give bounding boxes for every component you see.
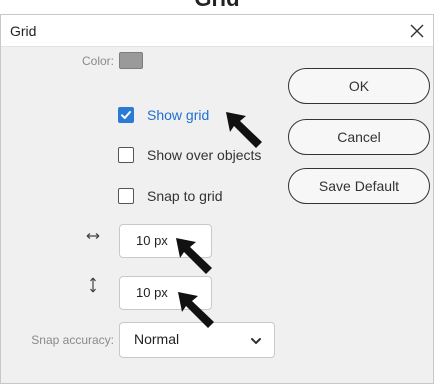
- snap-to-grid-checkbox-row[interactable]: Snap to grid: [118, 188, 223, 204]
- cropped-window-title: Grid: [0, 0, 434, 14]
- show-grid-checkbox-row[interactable]: Show grid: [118, 107, 209, 123]
- save-default-button[interactable]: Save Default: [288, 168, 430, 204]
- close-icon: [410, 24, 424, 38]
- pointer-arrow-icon: [176, 238, 212, 274]
- dialog-title: Grid: [10, 23, 37, 39]
- horizontal-arrows-icon: [86, 233, 100, 239]
- close-button[interactable]: [405, 19, 429, 43]
- color-label: Color:: [81, 54, 114, 68]
- cropped-title-text: Grid: [0, 0, 434, 12]
- dialog-titlebar: Grid: [1, 15, 433, 47]
- snap-to-grid-label: Snap to grid: [147, 188, 223, 204]
- pointer-arrow-icon: [178, 292, 214, 328]
- checkmark-icon: [121, 111, 131, 119]
- pointer-arrow-icon: [226, 112, 262, 148]
- snap-accuracy-label: Snap accuracy:: [31, 333, 114, 347]
- chevron-down-icon: [251, 338, 261, 344]
- show-over-objects-checkbox[interactable]: [118, 147, 134, 163]
- color-swatch[interactable]: [119, 52, 143, 69]
- snap-to-grid-checkbox[interactable]: [118, 188, 134, 204]
- vertical-arrows-icon: [90, 277, 96, 293]
- snap-accuracy-value: Normal: [134, 331, 180, 347]
- show-grid-label: Show grid: [147, 107, 210, 123]
- ok-button[interactable]: OK: [288, 68, 430, 104]
- cancel-button[interactable]: Cancel: [288, 119, 430, 155]
- show-grid-checkbox[interactable]: [118, 107, 134, 123]
